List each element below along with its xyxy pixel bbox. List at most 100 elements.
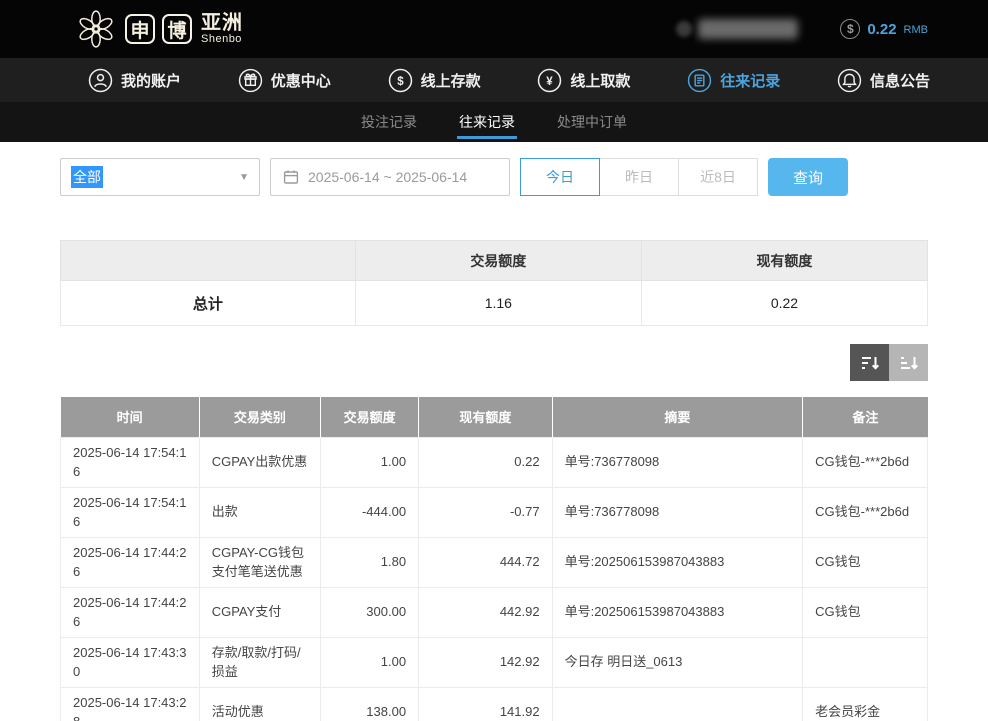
table-row: 2025-06-14 17:44:26 CGPAY支付 300.00 442.9… (61, 587, 928, 637)
col-header-summary: 摘要 (552, 397, 803, 437)
col-header-type: 交易类别 (199, 397, 320, 437)
deposit-coin-icon: $ (388, 68, 413, 93)
yesterday-button[interactable]: 昨日 (599, 158, 679, 196)
query-button[interactable]: 查询 (768, 158, 848, 196)
records-icon (687, 68, 712, 93)
cell-balance: 0.22 (419, 437, 553, 487)
table-row: 2025-06-14 17:54:16 出款 -444.00 -0.77 单号:… (61, 487, 928, 537)
cell-summary: 单号:736778098 (552, 487, 803, 537)
summary-header-empty (61, 241, 356, 281)
cell-time: 2025-06-14 17:43:30 (61, 637, 200, 687)
cell-balance: -0.77 (419, 487, 553, 537)
cell-amount: 1.00 (321, 637, 419, 687)
logo-subtitle: Shenbo (201, 34, 243, 46)
logo[interactable]: 申 博 亚洲 Shenbo (0, 7, 243, 51)
nav-item-announcements[interactable]: 信息公告 (837, 68, 930, 93)
cell-remark: CG钱包-***2b6d (803, 487, 928, 537)
nav-item-online-withdrawal[interactable]: ¥ 线上取款 (537, 68, 630, 93)
summary-header-row: 交易额度 现有额度 (61, 241, 928, 281)
username-blur (698, 19, 798, 39)
cell-summary: 单号:736778098 (552, 437, 803, 487)
nav-label: 优惠中心 (271, 70, 331, 91)
date-range-input[interactable]: 2025-06-14 ~ 2025-06-14 (270, 158, 510, 196)
table-row: 2025-06-14 17:54:16 CGPAY出款优惠 1.00 0.22 … (61, 437, 928, 487)
calendar-icon (283, 169, 299, 185)
nav-label: 信息公告 (870, 70, 930, 91)
balance-unit: RMB (904, 24, 928, 36)
balance-display[interactable]: $ 0.22 RMB (840, 19, 928, 39)
cell-type: 存款/取款/打码/损益 (199, 637, 320, 687)
cell-remark: CG钱包 (803, 587, 928, 637)
summary-total-row: 总计 1.16 0.22 (61, 281, 928, 326)
records-header-row: 时间 交易类别 交易额度 现有额度 摘要 备注 (61, 397, 928, 437)
summary-header-balance: 现有额度 (641, 241, 927, 281)
svg-text:$: $ (397, 75, 404, 87)
lotus-logo-icon (74, 7, 118, 51)
type-select[interactable]: 全部 ▼ (60, 158, 260, 196)
cell-remark (803, 637, 928, 687)
nav-label: 往来记录 (720, 70, 780, 91)
cell-balance: 141.92 (419, 687, 553, 721)
cell-remark: CG钱包-***2b6d (803, 437, 928, 487)
nav-item-online-deposit[interactable]: $ 线上存款 (388, 68, 481, 93)
subnav-tab-transaction-records[interactable]: 往来记录 (453, 102, 521, 142)
filter-bar: 全部 ▼ 2025-06-14 ~ 2025-06-14 今日 昨日 近8日 查… (60, 158, 928, 196)
bell-icon (837, 68, 862, 93)
nav-item-transaction-records[interactable]: 往来记录 (687, 68, 780, 93)
balance-amount: 0.22 (867, 21, 896, 38)
last-8-days-button[interactable]: 近8日 (678, 158, 758, 196)
currency-dollar-icon: $ (840, 19, 860, 39)
username-redacted[interactable] (676, 19, 798, 39)
logo-char-shen: 申 (125, 14, 155, 44)
sort-ascending-button[interactable] (889, 344, 928, 381)
sub-nav: 投注记录 往来记录 处理中订单 (0, 102, 988, 142)
table-row: 2025-06-14 17:44:26 CGPAY-CG钱包支付笔笔送优惠 1.… (61, 537, 928, 587)
nav-label: 我的账户 (121, 70, 181, 91)
sort-ascending-icon (899, 353, 919, 373)
cell-balance: 442.92 (419, 587, 553, 637)
cell-summary: 单号:202506153987043883 (552, 587, 803, 637)
content-area: 全部 ▼ 2025-06-14 ~ 2025-06-14 今日 昨日 近8日 查… (0, 142, 988, 721)
nav-item-promo-center[interactable]: 优惠中心 (238, 68, 331, 93)
cell-remark: 老会员彩金 (803, 687, 928, 721)
main-nav: 我的账户 优惠中心 $ 线上存款 ¥ 线上取款 (0, 58, 988, 102)
subnav-tab-betting-records[interactable]: 投注记录 (355, 102, 423, 142)
summary-header-transaction: 交易额度 (355, 241, 641, 281)
cell-type: 出款 (199, 487, 320, 537)
subnav-tab-processing-orders[interactable]: 处理中订单 (551, 102, 633, 142)
sort-descending-icon (860, 353, 880, 373)
cell-time: 2025-06-14 17:44:26 (61, 537, 200, 587)
user-icon (88, 68, 113, 93)
col-header-remark: 备注 (803, 397, 928, 437)
table-row: 2025-06-14 17:43:28 活动优惠 138.00 141.92 老… (61, 687, 928, 721)
withdraw-coin-icon: ¥ (537, 68, 562, 93)
logo-char-bo: 博 (162, 14, 192, 44)
cell-amount: 1.00 (321, 437, 419, 487)
cell-amount: -444.00 (321, 487, 419, 537)
summary-total-label: 总计 (61, 281, 356, 326)
cell-summary: 单号:202506153987043883 (552, 537, 803, 587)
cell-type: 活动优惠 (199, 687, 320, 721)
sort-descending-button[interactable] (850, 344, 889, 381)
col-header-balance: 现有额度 (419, 397, 553, 437)
chevron-down-icon: ▼ (239, 172, 249, 183)
records-table: 时间 交易类别 交易额度 现有额度 摘要 备注 2025-06-14 17:54… (60, 397, 928, 721)
cell-time: 2025-06-14 17:54:16 (61, 437, 200, 487)
svg-text:¥: ¥ (547, 75, 554, 87)
sort-bar (60, 344, 928, 381)
cell-balance: 444.72 (419, 537, 553, 587)
type-select-value: 全部 (71, 166, 103, 188)
today-button[interactable]: 今日 (520, 158, 600, 196)
gift-icon (238, 68, 263, 93)
cell-remark: CG钱包 (803, 537, 928, 587)
cell-balance: 142.92 (419, 637, 553, 687)
cell-time: 2025-06-14 17:44:26 (61, 587, 200, 637)
quick-date-group: 今日 昨日 近8日 (520, 158, 758, 196)
cell-time: 2025-06-14 17:54:16 (61, 487, 200, 537)
cell-amount: 138.00 (321, 687, 419, 721)
topbar: 申 博 亚洲 Shenbo $ 0.22 RMB (0, 0, 988, 58)
summary-total-transaction: 1.16 (355, 281, 641, 326)
nav-item-my-account[interactable]: 我的账户 (88, 68, 181, 93)
nav-label: 线上取款 (570, 70, 630, 91)
table-row: 2025-06-14 17:43:30 存款/取款/打码/损益 1.00 142… (61, 637, 928, 687)
